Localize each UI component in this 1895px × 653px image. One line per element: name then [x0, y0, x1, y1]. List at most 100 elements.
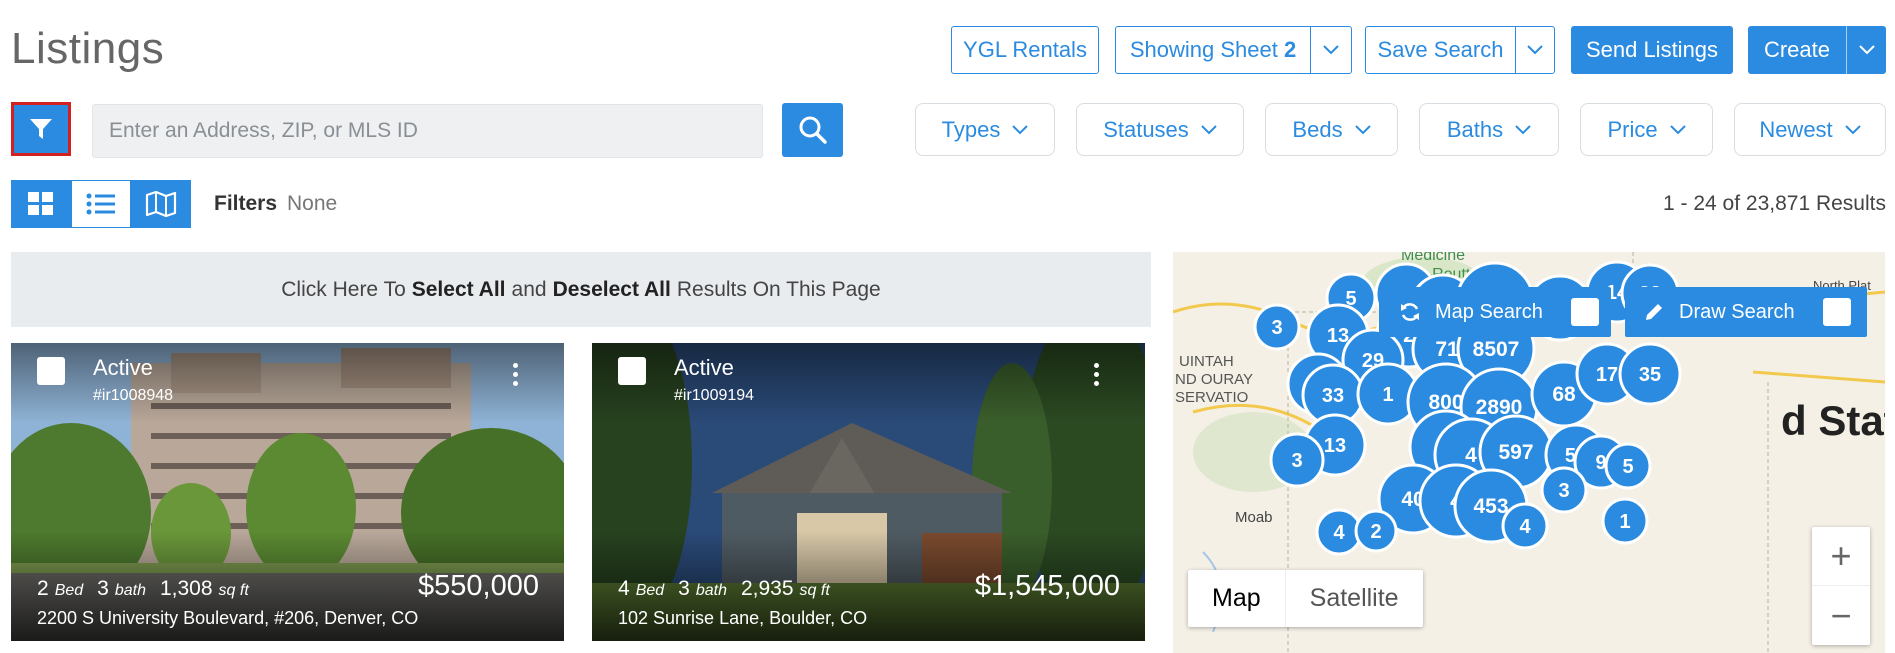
grid-view-button[interactable] [11, 180, 71, 228]
showing-sheet-dropdown[interactable] [1310, 26, 1352, 74]
map-cluster-count: 71 [1435, 338, 1459, 361]
listing-checkbox[interactable] [618, 357, 646, 385]
listing-card[interactable]: Active #ir1008948 2 Bed 3 bath 1,308 sq ft … [11, 343, 564, 641]
listing-status: Active [93, 355, 153, 380]
more-options-icon[interactable] [513, 363, 519, 390]
baths-label: Baths [1446, 116, 1504, 142]
listing-card[interactable]: Active #ir1009194 4 Bed 3 bath 2,935 sq ft … [592, 343, 1145, 641]
listing-price: $1,545,000 [974, 570, 1120, 602]
listing-checkbox[interactable] [37, 357, 65, 385]
chevron-down-icon [1844, 124, 1861, 134]
refresh-icon [1401, 303, 1419, 321]
map-cluster-count: 5 [1622, 456, 1633, 478]
select-bar-pre: Click Here To [281, 277, 406, 301]
listing-address: 2200 S University Boulevard, #206, Denve… [37, 608, 419, 628]
select-bar-post: Results On This Page [676, 277, 881, 301]
chevron-down-icon [1858, 45, 1875, 55]
search-button[interactable] [782, 103, 843, 157]
chevron-down-icon [1669, 124, 1686, 134]
map-type-control[interactable]: Map Satellite [1188, 570, 1423, 627]
sqft-label: sq ft [799, 582, 830, 599]
map-cluster-count: 597 [1498, 441, 1533, 464]
listing-facts: 2 Bed 3 bath 1,308 sq ft [37, 577, 257, 601]
map-cluster-count: 4 [1465, 444, 1477, 467]
draw-search-button[interactable]: Draw Search [1625, 287, 1867, 337]
map-label-uintah: UINTAH [1179, 353, 1234, 370]
showing-sheet-count: 2 [1283, 37, 1297, 62]
filters-value: None [287, 192, 338, 215]
price-dropdown[interactable]: Price [1580, 103, 1713, 156]
map-icon [145, 191, 177, 217]
map-cluster-count: 13 [1324, 435, 1346, 457]
map-cluster-count: 8507 [1473, 338, 1520, 361]
map-label-medicine: Medicine [1401, 252, 1465, 264]
send-listings-button[interactable]: Send Listings [1571, 26, 1733, 74]
sort-label: Newest [1759, 116, 1833, 142]
chevron-down-icon [1323, 45, 1339, 55]
statuses-dropdown[interactable]: Statuses [1076, 103, 1244, 156]
beds-label: Beds [1292, 116, 1343, 142]
zoom-out-button[interactable]: − [1812, 586, 1870, 645]
create-button[interactable]: Create [1748, 26, 1846, 74]
search-icon [799, 116, 827, 144]
listing-beds: 2 [37, 577, 49, 600]
baths-dropdown[interactable]: Baths [1419, 103, 1559, 156]
types-dropdown[interactable]: Types [915, 103, 1055, 156]
save-search-button[interactable]: Save Search [1365, 26, 1515, 74]
map-cluster-count: 1 [1382, 384, 1393, 406]
types-label: Types [941, 116, 1001, 142]
map-cluster-count: 3 [1291, 450, 1302, 472]
map-cluster-count: 3 [1271, 317, 1282, 339]
deselect-all-link[interactable]: Deselect All [553, 278, 671, 302]
chevron-down-icon [1515, 124, 1531, 134]
map-type-satellite[interactable]: Satellite [1284, 570, 1423, 627]
bed-label: Bed [635, 582, 665, 599]
list-view-button[interactable] [71, 180, 131, 228]
page-title: Listings [11, 24, 165, 73]
listing-beds: 4 [618, 577, 630, 600]
select-all-bar[interactable]: Click Here To Select All and Deselect Al… [11, 252, 1151, 327]
bath-label: bath [114, 582, 146, 599]
beds-dropdown[interactable]: Beds [1265, 103, 1398, 156]
map-cluster-count: 33 [1322, 385, 1344, 407]
listing-sqft: 1,308 [159, 577, 213, 600]
pencil-icon [1646, 304, 1662, 320]
map-cluster-count: 35 [1639, 364, 1661, 386]
zoom-in-button[interactable]: + [1812, 527, 1870, 586]
draw-search-checkbox[interactable] [1822, 298, 1851, 326]
map-cluster-count: 4 [1519, 516, 1531, 538]
map-cluster-count: 453 [1473, 495, 1508, 518]
draw-search-label: Draw Search [1679, 300, 1795, 323]
ygl-rentals-button[interactable]: YGL Rentals [951, 26, 1099, 74]
save-search-dropdown[interactable] [1515, 26, 1555, 74]
bed-label: Bed [54, 582, 84, 599]
grid-icon [28, 192, 53, 215]
map-label-ouray: ND OURAY [1175, 371, 1253, 388]
map-search-checkbox[interactable] [1570, 298, 1599, 326]
listing-address: 102 Sunrise Lane, Boulder, CO [618, 608, 868, 628]
sort-dropdown[interactable]: Newest [1734, 103, 1886, 156]
filter-icon [30, 119, 52, 139]
map-cluster-count: 3 [1558, 480, 1569, 502]
map-view-button[interactable] [131, 180, 191, 228]
create-dropdown[interactable] [1846, 26, 1886, 74]
map-cluster-count: 4 [1333, 522, 1345, 544]
map-type-map[interactable]: Map [1188, 570, 1285, 627]
bath-label: bath [695, 582, 727, 599]
select-all-link[interactable]: Select All [412, 278, 506, 302]
map-cluster-count: 1 [1619, 511, 1630, 533]
map-label-moab: Moab [1235, 509, 1273, 526]
chevron-down-icon [1201, 124, 1217, 134]
price-label: Price [1607, 116, 1658, 142]
filter-button[interactable] [11, 102, 71, 156]
showing-sheet-button[interactable]: Showing Sheet 2 [1115, 26, 1310, 74]
filters-label: Filters [214, 192, 278, 215]
more-options-icon[interactable] [1094, 363, 1100, 390]
search-input[interactable] [92, 104, 763, 158]
map-search-button[interactable]: Map Search [1379, 287, 1611, 337]
list-icon [86, 193, 115, 215]
zoom-control[interactable]: + − [1812, 527, 1870, 645]
map-search-label: Map Search [1435, 300, 1543, 323]
chevron-down-icon [1354, 124, 1371, 134]
showing-sheet-label: Showing Sheet [1129, 37, 1278, 62]
